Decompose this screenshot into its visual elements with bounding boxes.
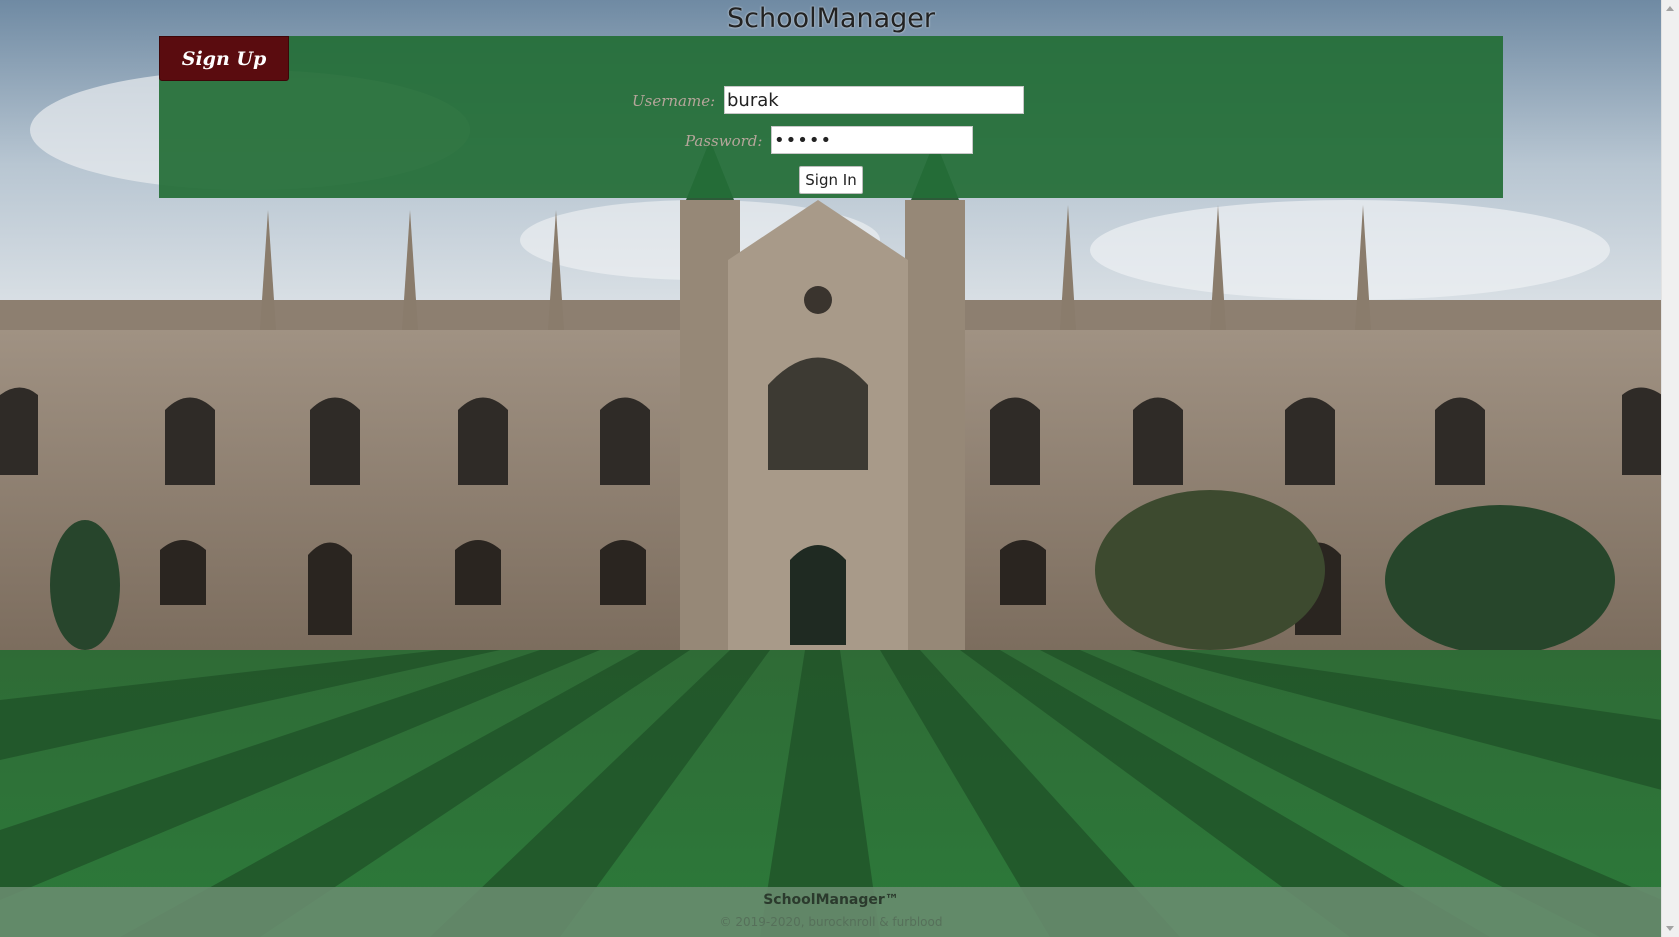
password-input[interactable] (771, 126, 973, 154)
scrollbar-thumb[interactable] (1666, 17, 1675, 920)
login-page: SchoolManager Sign Up Username: Password… (0, 0, 1679, 937)
scroll-up-arrow-icon[interactable] (1666, 6, 1674, 11)
footer: SchoolManager™ © 2019-2020, burocknroll … (0, 887, 1662, 937)
username-input[interactable] (724, 86, 1024, 114)
signup-button[interactable]: Sign Up (159, 36, 289, 81)
username-label: Username: (632, 92, 716, 110)
password-label: Password: (685, 132, 763, 150)
site-title: SchoolManager (727, 3, 935, 34)
footer-brand: SchoolManager™ (763, 892, 899, 908)
vertical-scrollbar[interactable] (1661, 0, 1679, 937)
signin-button[interactable]: Sign In (799, 166, 863, 194)
footer-copyright: © 2019-2020, burocknroll & furblood (719, 915, 943, 929)
scroll-down-arrow-icon[interactable] (1666, 926, 1674, 931)
login-panel: Sign Up Username: Password: Sign In (159, 36, 1503, 198)
